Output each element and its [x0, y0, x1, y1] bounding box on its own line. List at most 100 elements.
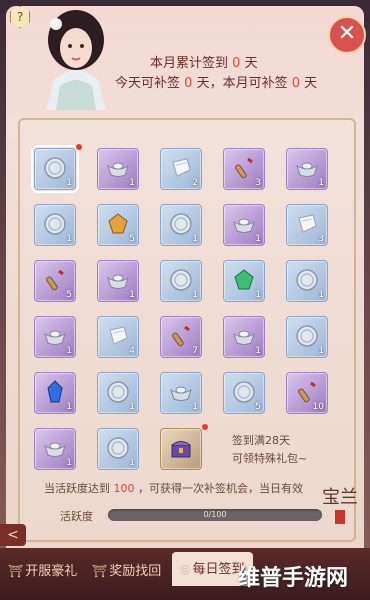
reward-cell-day-24[interactable]: 5: [223, 372, 265, 414]
ingot-icon: [43, 436, 67, 460]
reward-quantity: 7: [192, 346, 198, 356]
reward-quantity: 1: [192, 402, 198, 412]
reward-quantity: 1: [129, 458, 135, 468]
reward-cell-day-28[interactable]: [160, 428, 202, 470]
character-portrait: [46, 10, 106, 110]
reward-cell-day-15[interactable]: 1: [286, 260, 328, 302]
reward-quantity: 5: [255, 402, 261, 412]
reward-quantity: 1: [192, 290, 198, 300]
reward-cell-day-22[interactable]: 1: [97, 372, 139, 414]
reward-quantity: 4: [129, 346, 135, 356]
scroll-icon: [295, 380, 319, 404]
scroll-icon: [232, 156, 256, 180]
cloth-icon: [295, 212, 319, 236]
reward-quantity: 1: [318, 290, 324, 300]
reward-quantity: 1: [66, 458, 72, 468]
ingot-icon: [295, 156, 319, 180]
ingot-icon: [106, 268, 130, 292]
cloth-icon: [169, 156, 193, 180]
notification-dot: [202, 424, 208, 430]
gem-green-icon: [232, 268, 256, 292]
reward-cell-day-7[interactable]: 5: [97, 204, 139, 246]
reward-quantity: 1: [66, 178, 72, 188]
reward-cell-day-6[interactable]: 1: [34, 204, 76, 246]
reward-quantity: 1: [66, 402, 72, 412]
reward-cell-day-18[interactable]: 7: [160, 316, 202, 358]
coin-icon: [232, 380, 256, 404]
reward-quantity: 1: [318, 346, 324, 356]
reward-cell-day-23[interactable]: 1: [160, 372, 202, 414]
ingot-icon: [232, 212, 256, 236]
reward-quantity: 3: [255, 178, 261, 188]
reward-quantity: 1: [255, 290, 261, 300]
gift-icon: ⛩: [8, 564, 24, 578]
reward-cell-day-27[interactable]: 1: [97, 428, 139, 470]
activity-note: 当活跃度达到 100 ，可获得一次补签机会，当日有效: [44, 482, 303, 495]
reward-quantity: 2: [192, 178, 198, 188]
cloth-icon: [106, 324, 130, 348]
ingot-icon: [169, 380, 193, 404]
reward-cell-day-2[interactable]: 1: [97, 148, 139, 190]
scroll-icon: [169, 324, 193, 348]
reward-cell-day-1[interactable]: 1: [31, 145, 79, 193]
reward-cell-day-19[interactable]: 1: [223, 316, 265, 358]
reward-cell-day-12[interactable]: 1: [97, 260, 139, 302]
reward-quantity: 3: [318, 234, 324, 244]
reward-cell-day-16[interactable]: 1: [34, 316, 76, 358]
reward-quantity: 1: [66, 234, 72, 244]
coin-icon: [295, 324, 319, 348]
close-icon: ✕: [337, 21, 357, 46]
reward-cell-day-21[interactable]: 1: [34, 372, 76, 414]
reward-cell-day-17[interactable]: 4: [97, 316, 139, 358]
reward-cell-day-13[interactable]: 1: [160, 260, 202, 302]
reward-cell-day-5[interactable]: 1: [286, 148, 328, 190]
bonus-reward-note: 签到满28天 可领特殊礼包~: [232, 434, 308, 465]
reward-quantity: 1: [255, 346, 261, 356]
monthly-signin-count: 本月累计签到 0 天: [150, 56, 258, 71]
watermark: 维普手游网: [238, 566, 349, 591]
reward-cell-day-11[interactable]: 5: [34, 260, 76, 302]
coin-icon: [169, 268, 193, 292]
gem-gold-icon: [106, 212, 130, 236]
collapse-arrow-button[interactable]: <: [0, 524, 26, 546]
coin-icon: [106, 380, 130, 404]
activity-label: 活跃度: [60, 510, 93, 523]
ingot-icon: [232, 324, 256, 348]
activity-progress-text: 0/100: [203, 510, 227, 519]
coin-icon: [43, 156, 67, 180]
close-button[interactable]: ✕: [328, 16, 366, 54]
reward-cell-day-26[interactable]: 1: [34, 428, 76, 470]
tab-server-gift[interactable]: ⛩ 开服豪礼: [8, 560, 77, 584]
reward-quantity: 10: [312, 402, 324, 412]
reward-cell-day-9[interactable]: 1: [223, 204, 265, 246]
reward-quantity: 5: [66, 290, 72, 300]
gift-icon: ⛩: [92, 564, 108, 578]
scroll-icon: [43, 268, 67, 292]
notification-dot: [76, 144, 82, 150]
calendar-icon: ◎: [180, 562, 191, 576]
reward-quantity: 5: [129, 234, 135, 244]
coin-icon: [295, 268, 319, 292]
reward-cell-day-10[interactable]: 3: [286, 204, 328, 246]
reward-quantity: 1: [255, 234, 261, 244]
reward-quantity: 1: [129, 178, 135, 188]
reward-quantity: 1: [129, 290, 135, 300]
ingot-icon: [106, 156, 130, 180]
coin-icon: [106, 436, 130, 460]
gem-blue-icon: [43, 380, 67, 404]
reward-cell-day-20[interactable]: 1: [286, 316, 328, 358]
tab-reward-recovery[interactable]: ⛩ 奖励找回: [92, 560, 161, 584]
reward-cell-day-4[interactable]: 3: [223, 148, 265, 190]
reward-cell-day-3[interactable]: 2: [160, 148, 202, 190]
logo-stamp: [335, 510, 345, 524]
coin-icon: [43, 212, 67, 236]
reward-quantity: 1: [66, 346, 72, 356]
reward-quantity: 1: [192, 234, 198, 244]
makeup-signin-info: 今天可补签 0 天，本月可补签 0 天: [115, 76, 318, 91]
reward-cell-day-8[interactable]: 1: [160, 204, 202, 246]
coin-icon: [169, 212, 193, 236]
reward-cell-day-14[interactable]: 1: [223, 260, 265, 302]
reward-quantity: 1: [129, 402, 135, 412]
chest-icon: [169, 436, 193, 460]
reward-cell-day-25[interactable]: 10: [286, 372, 328, 414]
